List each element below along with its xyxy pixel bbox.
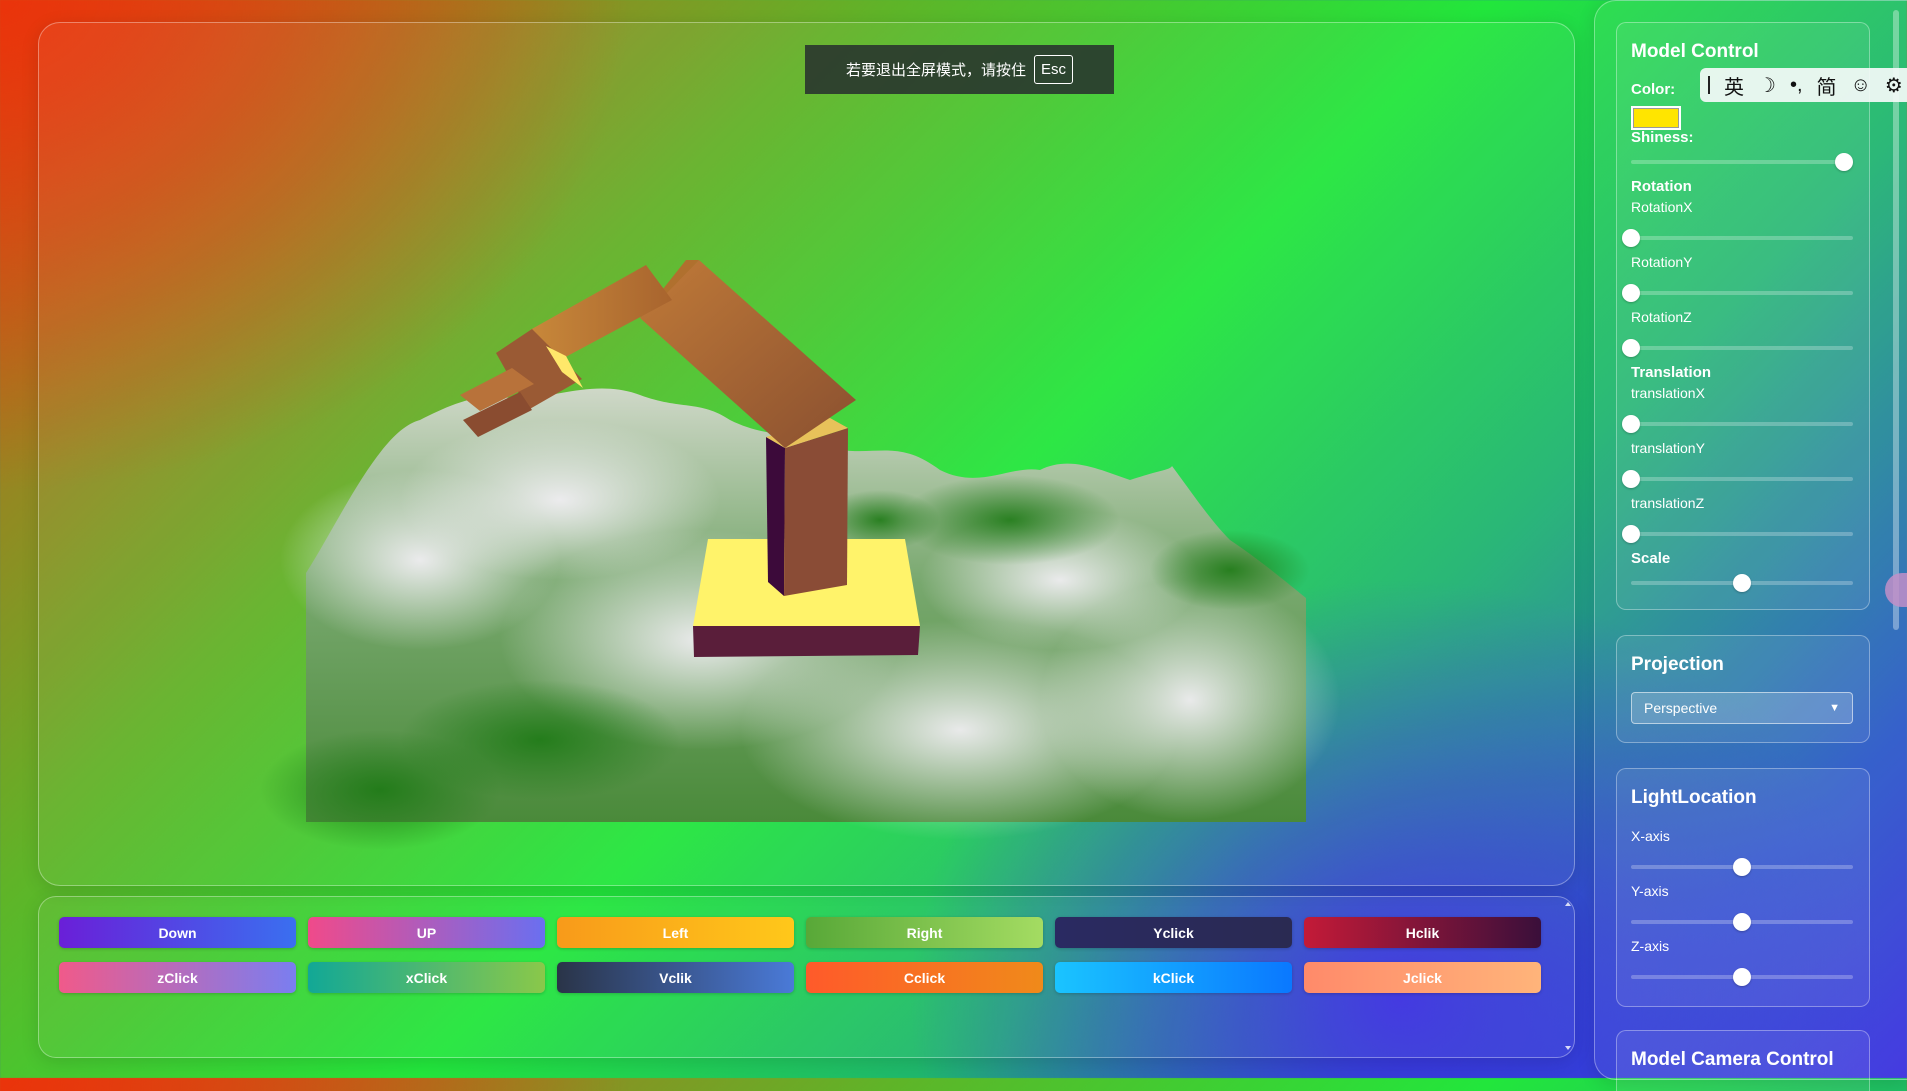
- scale-slider[interactable]: [1631, 574, 1853, 592]
- light-x-slider-knob[interactable]: [1733, 858, 1751, 876]
- left-button[interactable]: Left: [557, 917, 794, 948]
- ime-simplified-toggle[interactable]: 简: [1817, 71, 1837, 100]
- hclik-button[interactable]: Hclik: [1304, 917, 1541, 948]
- light-z-slider[interactable]: [1631, 968, 1853, 986]
- translation-y-label: translationY: [1631, 440, 1705, 456]
- ime-language-toggle[interactable]: 英: [1724, 71, 1744, 100]
- right-button[interactable]: Right: [806, 917, 1043, 948]
- scale-label: Scale: [1631, 550, 1671, 567]
- light-z-label: Z-axis: [1631, 938, 1670, 954]
- gear-icon[interactable]: ⚙: [1885, 73, 1903, 98]
- zclick-button[interactable]: zClick: [59, 962, 296, 993]
- rotation-z-label: RotationZ: [1631, 309, 1692, 325]
- translation-heading: Translation: [1631, 364, 1712, 381]
- up-button[interactable]: UP: [308, 917, 545, 948]
- color-picker[interactable]: [1631, 106, 1681, 130]
- panel-scroll-up-icon[interactable]: [1565, 902, 1571, 906]
- shiness-slider-knob[interactable]: [1835, 153, 1854, 171]
- rotation-z-slider[interactable]: [1622, 339, 1853, 357]
- light-y-slider-knob[interactable]: [1733, 913, 1751, 931]
- light-y-slider[interactable]: [1631, 913, 1853, 931]
- translation-x-slider-knob[interactable]: [1622, 415, 1640, 433]
- yclick-button[interactable]: Yclick: [1055, 917, 1292, 948]
- rotation-x-label: RotationX: [1631, 199, 1693, 215]
- fullscreen-notice-text: 若要退出全屏模式，请按住: [845, 62, 1026, 79]
- panel-scroll-down-icon[interactable]: [1565, 1046, 1571, 1050]
- chevron-down-icon: ▼: [1829, 702, 1840, 714]
- rotation-y-slider[interactable]: [1622, 284, 1853, 302]
- translation-y-slider[interactable]: [1622, 470, 1853, 488]
- color-label: Color:: [1631, 81, 1676, 98]
- rotation-z-slider-knob[interactable]: [1622, 339, 1640, 357]
- projection-title: Projection: [1631, 654, 1724, 675]
- ime-toolbar[interactable]: 英 ☽ •, 简 ☺ ⚙: [1700, 68, 1907, 102]
- fullscreen-exit-notice: 若要退出全屏模式，请按住 Esc: [805, 45, 1114, 94]
- model-control-title: Model Control: [1631, 41, 1759, 62]
- translation-z-label: translationZ: [1631, 495, 1705, 511]
- light-location-card: LightLocation X-axis Y-axis Z-axis: [1616, 768, 1870, 1007]
- ime-separator-icon: [1708, 76, 1710, 94]
- vclik-button[interactable]: Vclik: [557, 962, 794, 993]
- esc-key-hint: Esc: [1034, 55, 1074, 84]
- light-z-slider-knob[interactable]: [1733, 968, 1751, 986]
- projection-card: Projection Perspective ▼: [1616, 635, 1870, 743]
- light-x-slider[interactable]: [1631, 858, 1853, 876]
- scale-slider-knob[interactable]: [1733, 574, 1751, 592]
- translation-z-slider[interactable]: [1622, 525, 1853, 543]
- down-button[interactable]: Down: [59, 917, 296, 948]
- model-control-card: Model Control Color: Shiness: Rotation R…: [1616, 22, 1870, 610]
- projection-select-value: Perspective: [1644, 700, 1718, 716]
- projection-select[interactable]: Perspective ▼: [1631, 692, 1853, 724]
- rotation-y-slider-knob[interactable]: [1622, 284, 1640, 302]
- rotation-heading: Rotation: [1631, 178, 1692, 195]
- shiness-slider[interactable]: [1631, 153, 1854, 171]
- light-x-label: X-axis: [1631, 828, 1670, 844]
- translation-x-label: translationX: [1631, 385, 1705, 401]
- control-button-grid: Down UP Left Right Yclick Hclik zClick xClick Vc…: [59, 917, 1543, 993]
- model-camera-card: Model Camera Control: [1616, 1030, 1870, 1091]
- model-camera-title: Model Camera Control: [1631, 1049, 1834, 1070]
- cclick-button[interactable]: Cclick: [806, 962, 1043, 993]
- translation-x-slider[interactable]: [1622, 415, 1853, 433]
- translation-y-slider-knob[interactable]: [1622, 470, 1640, 488]
- translation-z-slider-knob[interactable]: [1622, 525, 1640, 543]
- shiness-label: Shiness:: [1631, 129, 1694, 146]
- rotation-y-label: RotationY: [1631, 254, 1693, 270]
- emoji-icon[interactable]: ☺: [1851, 74, 1871, 97]
- rotation-x-slider[interactable]: [1622, 229, 1853, 247]
- light-location-title: LightLocation: [1631, 787, 1757, 808]
- xclick-button[interactable]: xClick: [308, 962, 545, 993]
- light-y-label: Y-axis: [1631, 883, 1669, 899]
- punctuation-icon[interactable]: •,: [1790, 74, 1803, 97]
- sidebar-scrollbar[interactable]: [1893, 10, 1899, 630]
- jclick-button[interactable]: Jclick: [1304, 962, 1541, 993]
- rotation-x-slider-knob[interactable]: [1622, 229, 1640, 247]
- moon-icon[interactable]: ☽: [1758, 73, 1776, 98]
- kclick-button[interactable]: kClick: [1055, 962, 1292, 993]
